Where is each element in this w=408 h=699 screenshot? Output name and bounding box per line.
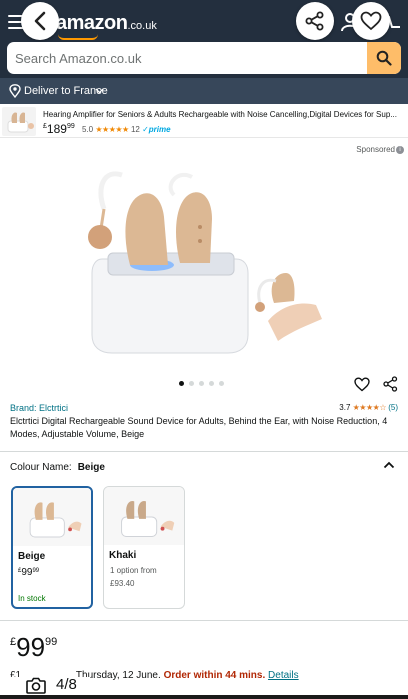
colour-option-name: Khaki bbox=[109, 550, 137, 561]
divider bbox=[0, 620, 408, 621]
selected-colour: Beige bbox=[77, 462, 105, 473]
colour-option-beige[interactable]: Beige £9999 In stock bbox=[11, 486, 93, 609]
hand bbox=[268, 303, 322, 341]
colour-name-label: Colour Name: Beige bbox=[10, 462, 105, 473]
deliver-to-bar[interactable]: Deliver to France bbox=[0, 78, 408, 104]
hearing-aid-left bbox=[125, 193, 168, 265]
pagination-dot bbox=[219, 381, 224, 386]
stock-status: In stock bbox=[18, 594, 46, 603]
amazon-logo[interactable]: amazon.co.uk bbox=[56, 12, 157, 35]
colour-option-from-price: £93.40 bbox=[110, 579, 135, 588]
ad-title: Hearing Amplifier for Seniors & Adults R… bbox=[43, 110, 397, 119]
search-icon bbox=[376, 50, 392, 66]
pagination-dot-active bbox=[179, 381, 184, 386]
pagination-dot bbox=[189, 381, 194, 386]
logo-smile-icon bbox=[58, 34, 98, 40]
product-title: Elctrtici Digital Rechargeable Sound Dev… bbox=[10, 416, 388, 439]
ad-rating-stars: ★★★★★ bbox=[95, 125, 129, 134]
bottom-strip bbox=[0, 695, 408, 699]
share-icon[interactable] bbox=[383, 376, 398, 392]
divider bbox=[0, 451, 408, 452]
info-icon: i bbox=[396, 145, 404, 154]
product-price: £9999 bbox=[10, 632, 58, 662]
colour-option-khaki[interactable]: Khaki 1 option from £93.40 bbox=[103, 486, 185, 609]
search-button[interactable] bbox=[367, 42, 401, 74]
chevron-left-icon bbox=[34, 11, 46, 31]
product-main-image[interactable] bbox=[60, 155, 330, 365]
colour-option-price: £9999 bbox=[18, 567, 40, 578]
brand-link[interactable]: Brand: Elctrtici bbox=[10, 403, 68, 413]
product-rating[interactable]: 3.7 ★★★★☆ (5) bbox=[339, 403, 398, 412]
ad-rating: 5.0 ★★★★★ 12 ✓prime bbox=[82, 125, 171, 134]
image-pagination-dots[interactable] bbox=[179, 381, 224, 386]
chevron-up-icon[interactable] bbox=[383, 460, 395, 470]
rating-stars: ★★★★☆ bbox=[352, 403, 387, 412]
rating-count: (5) bbox=[388, 403, 398, 412]
colour-option-image bbox=[13, 488, 91, 546]
camera-icon[interactable] bbox=[26, 677, 46, 694]
image-counter: 4/8 bbox=[56, 676, 77, 693]
share-icon bbox=[305, 11, 324, 31]
ad-product-thumbnail bbox=[2, 107, 36, 136]
prime-badge: ✓prime bbox=[142, 125, 171, 134]
colour-option-name: Beige bbox=[18, 551, 46, 562]
pagination-dot bbox=[199, 381, 204, 386]
sponsored-label[interactable]: Sponsored i bbox=[356, 145, 404, 154]
details-link[interactable]: Details bbox=[268, 670, 299, 681]
wishlist-heart-icon[interactable] bbox=[354, 377, 370, 392]
pagination-dot bbox=[209, 381, 214, 386]
heart-icon bbox=[360, 11, 382, 31]
colour-option-image bbox=[104, 487, 184, 545]
sponsored-ad-banner[interactable]: Hearing Amplifier for Seniors & Adults R… bbox=[0, 105, 408, 138]
wishlist-overlay-button[interactable] bbox=[352, 2, 390, 40]
logo-tld: .co.uk bbox=[127, 20, 157, 32]
order-within-countdown: Order within 44 mins. bbox=[163, 670, 266, 681]
hearing-aid-right bbox=[176, 192, 212, 263]
logo-text: amazon bbox=[56, 12, 128, 34]
location-pin-icon bbox=[9, 84, 21, 98]
search-input[interactable] bbox=[7, 42, 367, 74]
search-bar bbox=[7, 42, 401, 74]
colour-option-availability: 1 option from bbox=[110, 566, 157, 575]
chevron-down-icon bbox=[95, 88, 104, 94]
back-button[interactable] bbox=[21, 2, 59, 40]
ad-price: £18999 bbox=[43, 122, 75, 136]
share-overlay-button[interactable] bbox=[296, 2, 334, 40]
